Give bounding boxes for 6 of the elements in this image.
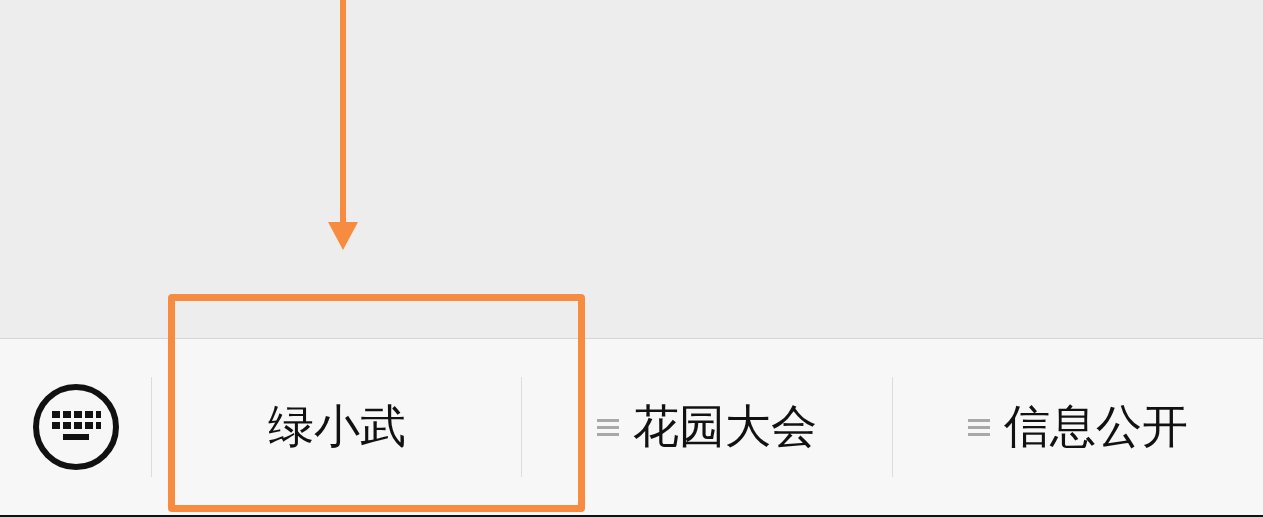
menu-item[interactable]: 绿小武 — [258, 390, 417, 464]
menu-icon — [967, 417, 990, 437]
menu-icon — [597, 417, 620, 437]
menu-item[interactable]: 花园大会 — [587, 390, 828, 464]
menu-item[interactable]: 信息公开 — [957, 390, 1198, 464]
keyboard-icon[interactable] — [31, 383, 120, 471]
